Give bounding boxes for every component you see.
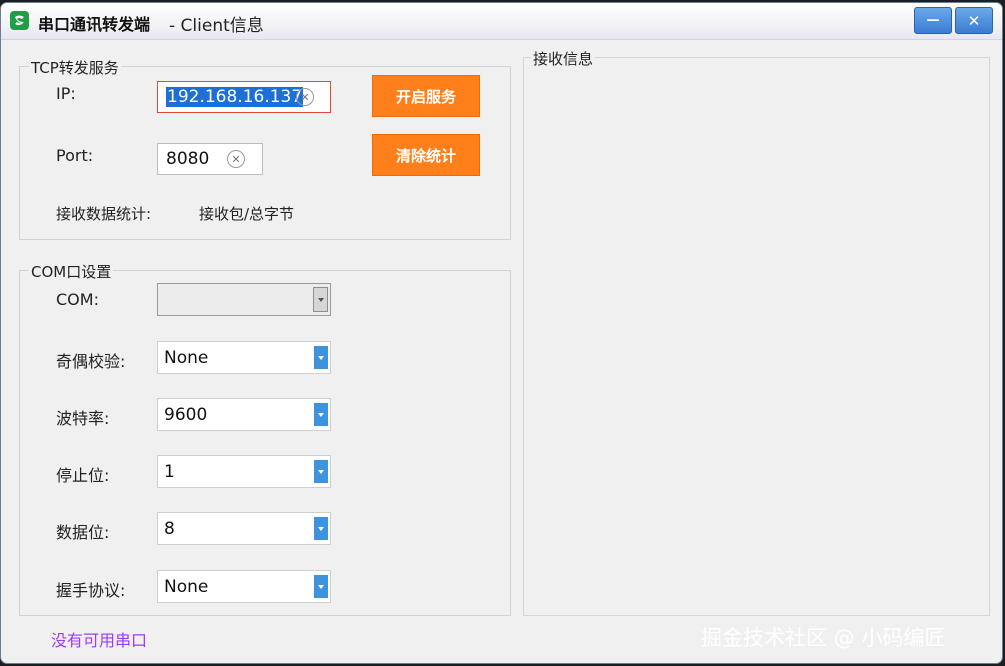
port-input[interactable]: 8080 ✕ xyxy=(157,143,263,175)
window-title: 串口通讯转发端 xyxy=(38,15,151,34)
tcp-forward-group: TCP转发服务 IP: 192.168.16.137 ✕ Port: 8080 … xyxy=(19,57,511,240)
watermark-text: 掘金技术社区 @ 小码编匠 xyxy=(701,626,946,650)
ip-input[interactable]: 192.168.16.137 ✕ xyxy=(157,81,331,113)
app-window: 串口通讯转发端 - Client信息 — ✕ TCP转发服务 IP: 192.1… xyxy=(0,2,1003,664)
start-service-button[interactable]: 开启服务 xyxy=(372,75,480,117)
ip-value: 192.168.16.137 xyxy=(166,87,304,107)
baud-rate-dropdown-icon[interactable] xyxy=(314,403,328,426)
port-label: Port: xyxy=(56,146,94,165)
close-button[interactable]: ✕ xyxy=(955,7,993,34)
handshake-select[interactable]: None xyxy=(157,570,331,603)
handshake-value: None xyxy=(164,577,209,597)
receive-group-title: 接收信息 xyxy=(531,48,596,69)
data-bits-value: 8 xyxy=(164,519,175,539)
ip-label: IP: xyxy=(56,84,76,103)
stats-label: 接收数据统计: xyxy=(56,205,152,223)
minimize-button[interactable]: — xyxy=(914,7,952,34)
data-bits-dropdown-icon[interactable] xyxy=(314,517,328,540)
stats-value: 接收包/总字节 xyxy=(199,205,295,223)
baud-rate-select[interactable]: 9600 xyxy=(157,398,331,431)
data-bits-select[interactable]: 8 xyxy=(157,512,331,545)
stop-bits-value: 1 xyxy=(164,462,175,482)
parity-select[interactable]: None xyxy=(157,341,331,374)
receive-log-area[interactable] xyxy=(530,72,983,609)
parity-label: 奇偶校验: xyxy=(56,352,126,371)
parity-dropdown-icon[interactable] xyxy=(314,346,328,369)
close-icon: ✕ xyxy=(967,11,981,30)
title-bar[interactable]: 串口通讯转发端 - Client信息 — ✕ xyxy=(1,3,1002,40)
handshake-label: 握手协议: xyxy=(56,581,126,600)
com-port-select[interactable] xyxy=(157,283,331,316)
port-value: 8080 xyxy=(166,149,210,169)
parity-value: None xyxy=(164,348,209,368)
com-group-title: COM口设置 xyxy=(29,261,114,282)
com-label: COM: xyxy=(56,290,99,309)
minimize-icon: — xyxy=(926,13,940,28)
stop-bits-dropdown-icon[interactable] xyxy=(314,460,328,483)
clear-port-icon[interactable]: ✕ xyxy=(227,150,245,168)
baud-rate-label: 波特率: xyxy=(56,409,110,428)
app-logo-icon xyxy=(10,11,29,30)
baud-rate-value: 9600 xyxy=(164,405,208,425)
clear-ip-icon[interactable]: ✕ xyxy=(296,88,314,106)
tcp-group-title: TCP转发服务 xyxy=(29,57,121,78)
clear-stats-button[interactable]: 清除统计 xyxy=(372,134,480,176)
handshake-dropdown-icon[interactable] xyxy=(314,575,328,598)
com-settings-group: COM口设置 COM: 奇偶校验: None 波特率: 9600 停止位: 1 … xyxy=(19,261,511,616)
stop-bits-label: 停止位: xyxy=(56,466,110,485)
com-dropdown-icon[interactable] xyxy=(313,287,328,312)
status-message: 没有可用串口 xyxy=(51,631,148,650)
data-bits-label: 数据位: xyxy=(56,523,110,542)
stop-bits-select[interactable]: 1 xyxy=(157,455,331,488)
window-subtitle: - Client信息 xyxy=(169,16,264,36)
receive-info-group: 接收信息 xyxy=(523,48,990,616)
